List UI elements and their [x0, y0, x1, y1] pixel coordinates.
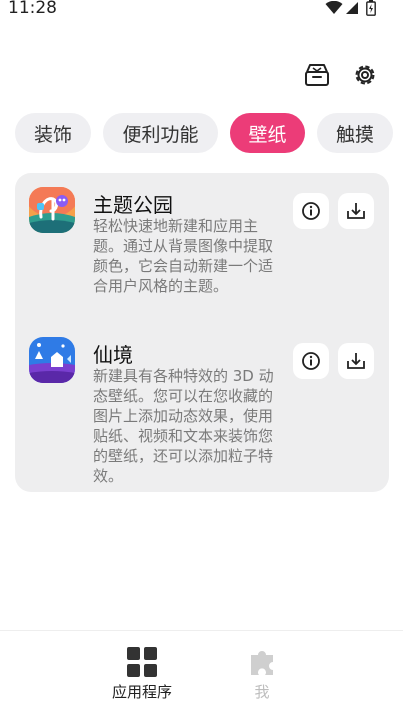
nav-label: 应用程序: [111, 683, 172, 701]
wonderland-icon: [29, 337, 75, 383]
wallpaper-apps-card: 主题公园 轻松快速地新建和应用主题。通过从背景图像中提取颜色，它会自动新建一个适…: [15, 173, 389, 492]
theme-park-icon: [29, 187, 75, 233]
category-tab-wallpaper[interactable]: 壁纸: [230, 113, 305, 153]
status-time: 11:28: [8, 0, 57, 18]
bottom-navigation: 应用程序 我: [0, 630, 403, 718]
grid-icon: [127, 647, 157, 677]
download-icon: [347, 203, 365, 219]
info-button[interactable]: [293, 193, 329, 229]
item-description: 新建具有各种特效的 3D 动态壁纸。您可以在您收藏的图片上添加动态效果，使用贴纸…: [93, 367, 274, 485]
category-tab-touch[interactable]: 触摸: [317, 113, 393, 153]
signal-icon: [346, 2, 358, 14]
download-button[interactable]: [338, 343, 374, 379]
download-button[interactable]: [338, 193, 374, 229]
nav-tab-apps[interactable]: 应用程序: [97, 647, 187, 702]
nav-tab-me[interactable]: 我: [217, 647, 307, 702]
nav-label: 我: [254, 683, 270, 701]
settings-button[interactable]: [350, 60, 380, 90]
wifi-icon: [325, 1, 343, 14]
category-tab-convenience[interactable]: 便利功能: [103, 113, 218, 153]
info-button[interactable]: [293, 343, 329, 379]
store-box-icon: [305, 64, 329, 86]
info-icon: [302, 352, 320, 370]
info-icon: [302, 202, 320, 220]
item-description: 轻松快速地新建和应用主题。通过从背景图像中提取颜色，它会自动新建一个适合用户风格…: [93, 217, 274, 295]
category-tabs: 装饰 便利功能 壁纸 触摸: [15, 113, 403, 155]
item-title: 主题公园: [93, 193, 173, 217]
battery-icon: [366, 0, 376, 16]
category-tab-decoration[interactable]: 装饰: [15, 113, 91, 153]
gear-icon: [355, 65, 375, 85]
item-title: 仙境: [93, 343, 133, 367]
status-bar: 11:28: [0, 0, 403, 22]
galaxy-store-button[interactable]: [302, 60, 332, 90]
puzzle-icon: [251, 651, 273, 675]
download-icon: [347, 353, 365, 369]
